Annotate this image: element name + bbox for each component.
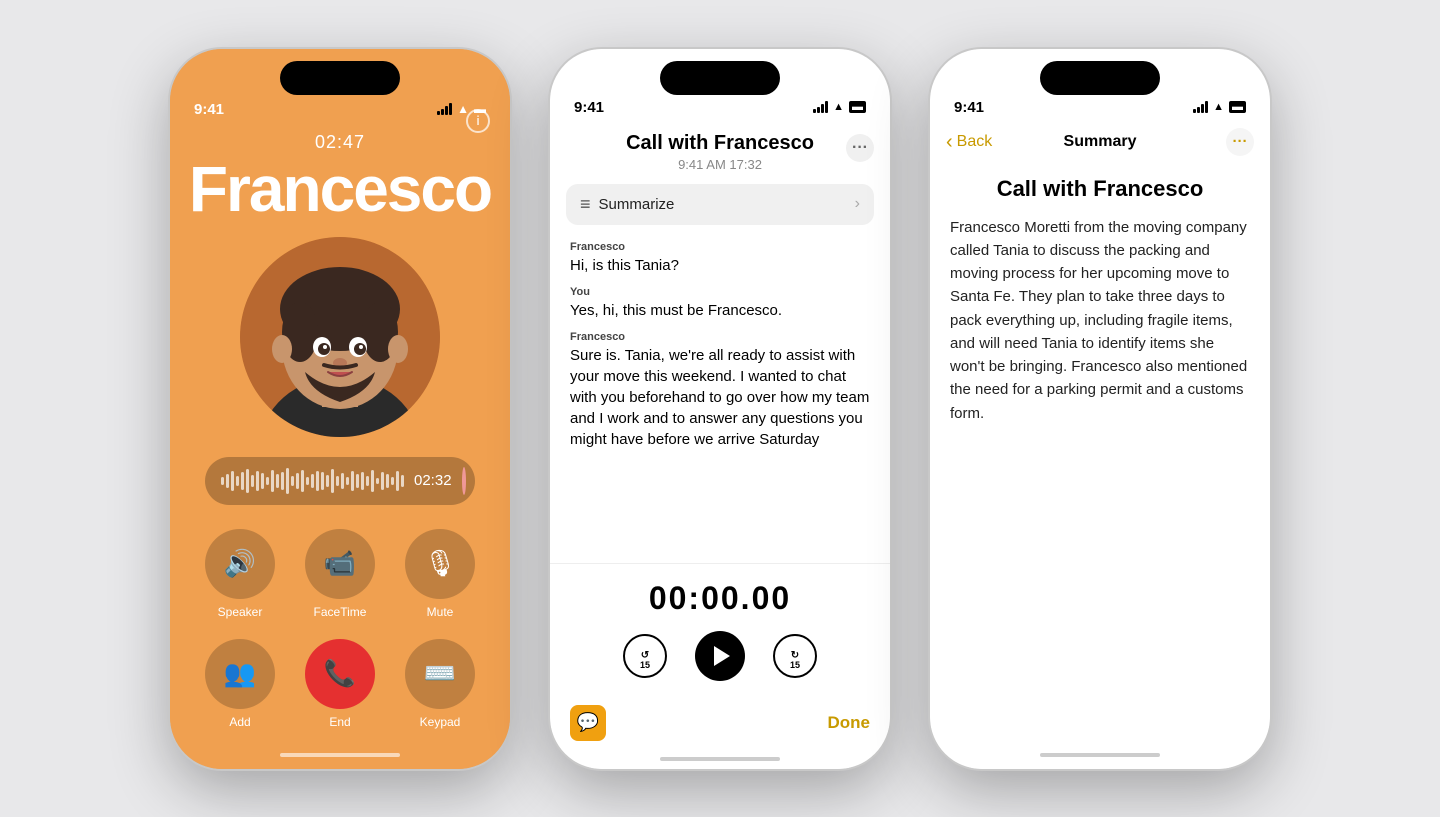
- add-button[interactable]: 👥 Add: [200, 639, 280, 729]
- sender-2: You: [570, 286, 870, 298]
- wifi-icon-3: ▲: [1213, 101, 1224, 113]
- speaker-button[interactable]: 🔊 Speaker: [200, 529, 280, 619]
- facetime-button[interactable]: 📹 FaceTime: [300, 529, 380, 619]
- back-label: Back: [957, 133, 993, 151]
- play-button[interactable]: [695, 631, 745, 681]
- summary-text: Francesco Moretti from the moving compan…: [950, 216, 1250, 425]
- call-buttons-grid: 🔊 Speaker 📹 FaceTime 🎙 Mute 👥 Add 📞 End …: [200, 529, 480, 729]
- home-indicator-1: [280, 753, 400, 757]
- more-options-button[interactable]: ···: [846, 134, 874, 162]
- record-button[interactable]: [462, 467, 466, 495]
- wifi-icon-2: ▲: [833, 101, 844, 113]
- keypad-button[interactable]: ⌨️ Keypad: [400, 639, 480, 729]
- summary-nav-title: Summary: [1064, 133, 1137, 151]
- sender-3: Francesco: [570, 331, 870, 343]
- chevron-left-icon: ‹: [946, 132, 953, 152]
- message-2: You Yes, hi, this must be Francesco.: [570, 286, 870, 321]
- summary-more-button[interactable]: ···: [1226, 128, 1254, 156]
- status-icons-2: ▲ ▬: [813, 101, 866, 113]
- waveform-bar: 02:32: [205, 457, 475, 505]
- transcript-header: Call with Francesco 9:41 AM 17:32 ···: [550, 120, 890, 180]
- battery-icon-3: ▬: [1229, 101, 1246, 113]
- back-button[interactable]: ‹ Back: [946, 132, 992, 152]
- playback-controls: ↺ 15 ↻ 15: [623, 631, 817, 681]
- summary-nav: ‹ Back Summary ···: [930, 120, 1270, 160]
- status-time-3: 9:41: [954, 99, 984, 116]
- transcript-scroll: Francesco Hi, is this Tania? You Yes, hi…: [550, 229, 890, 563]
- status-bar-1: 9:41 ▲ ▬: [170, 95, 510, 124]
- msg-text-2: Yes, hi, this must be Francesco.: [570, 300, 870, 321]
- dynamic-island-3: [1040, 61, 1160, 95]
- status-time-1: 9:41: [194, 101, 224, 118]
- waveform-time: 02:32: [414, 472, 452, 489]
- msg-text-1: Hi, is this Tania?: [570, 255, 870, 276]
- mute-button[interactable]: 🎙 Mute: [400, 529, 480, 619]
- signal-icon-3: [1193, 101, 1208, 113]
- waveform-waves: [221, 468, 404, 494]
- caller-name: Francesco: [189, 157, 491, 221]
- skip-back-button[interactable]: ↺ 15: [623, 634, 667, 678]
- memoji-svg: [240, 237, 440, 437]
- msg-text-3: Sure is. Tania, we're all ready to assis…: [570, 345, 870, 450]
- dynamic-island: [280, 61, 400, 95]
- summary-content: Call with Francesco Francesco Moretti fr…: [930, 160, 1270, 745]
- status-icons-3: ▲ ▬: [1193, 101, 1246, 113]
- call-timer: 02:47: [315, 132, 365, 153]
- battery-icon-2: ▬: [849, 101, 866, 113]
- done-button[interactable]: Done: [828, 713, 871, 733]
- status-bar-3: 9:41 ▲ ▬: [930, 95, 1270, 120]
- home-indicator-3: [1040, 753, 1160, 757]
- avatar: [240, 237, 440, 437]
- skip-forward-button[interactable]: ↻ 15: [773, 634, 817, 678]
- status-time-2: 9:41: [574, 99, 604, 116]
- info-icon[interactable]: i: [466, 109, 490, 133]
- message-3: Francesco Sure is. Tania, we're all read…: [570, 331, 870, 450]
- play-icon: [714, 646, 730, 666]
- status-bar-2: 9:41 ▲ ▬: [550, 95, 890, 120]
- summarize-label: Summarize: [599, 196, 675, 213]
- summary-title: Call with Francesco: [950, 176, 1250, 202]
- signal-icon-2: [813, 101, 828, 113]
- signal-icon: [437, 103, 452, 115]
- dynamic-island-2: [660, 61, 780, 95]
- playback-section: 00:00.00 ↺ 15 ↻ 15: [550, 563, 890, 697]
- phone-summary: 9:41 ▲ ▬ ‹ Back Summary ··· Call with: [930, 49, 1270, 769]
- summarize-icon: ≡: [580, 194, 591, 215]
- transcript-title: Call with Francesco: [626, 132, 814, 155]
- home-indicator-2: [660, 757, 780, 761]
- end-button[interactable]: 📞 End: [300, 639, 380, 729]
- sender-1: Francesco: [570, 241, 870, 253]
- transcript-subtitle: 9:41 AM 17:32: [678, 157, 762, 172]
- phone2-bottom-bar: 💬 Done: [550, 697, 890, 753]
- message-1: Francesco Hi, is this Tania?: [570, 241, 870, 276]
- phone-active-call: 9:41 ▲ ▬ i 02:47 Francesco: [170, 49, 510, 769]
- chat-bubble-icon[interactable]: 💬: [570, 705, 606, 741]
- summarize-chevron-icon: ›: [855, 195, 860, 213]
- phone-transcript: 9:41 ▲ ▬ Call with Francesco 9:41 AM 17:…: [550, 49, 890, 769]
- summarize-button[interactable]: ≡ Summarize ›: [566, 184, 874, 225]
- playback-timer: 00:00.00: [649, 580, 791, 617]
